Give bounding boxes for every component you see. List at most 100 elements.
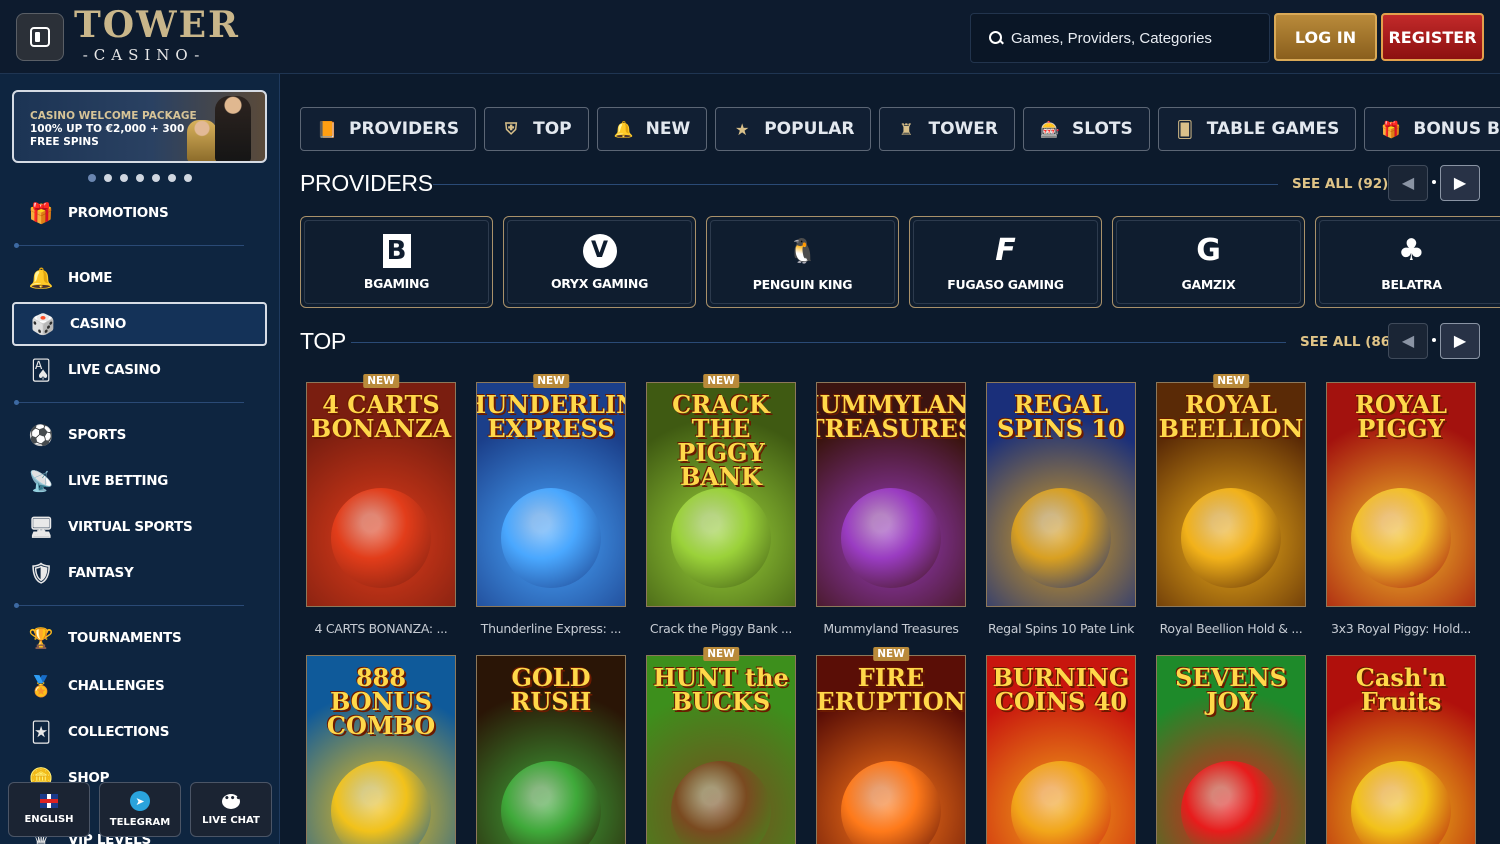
game-thumbnail[interactable]: BURNING COINS 40 — [986, 655, 1136, 844]
game-card[interactable]: MUMMYLAND TREASURES Mummyland Treasures — [816, 382, 966, 636]
game-thumbnail[interactable]: SEVENS JOY — [1156, 655, 1306, 844]
game-thumbnail[interactable]: ROYAL PIGGY — [1326, 382, 1476, 607]
pagination-dot[interactable] — [184, 174, 192, 182]
game-card[interactable]: ROYAL PIGGY 3x3 Royal Piggy: Hold... — [1326, 382, 1476, 636]
game-card[interactable]: NEW 4 CARTS BONANZA 4 CARTS BONANZA: ... — [306, 374, 456, 636]
game-thumbnail[interactable]: HUNT the BUCKS — [646, 655, 796, 844]
telegram-button[interactable]: ➤ TELEGRAM — [99, 782, 181, 837]
sidebar-item-tournaments[interactable]: 🏆 TOURNAMENTS — [12, 616, 267, 660]
tab-tower[interactable]: ♜ TOWER — [879, 107, 1015, 151]
pagination-dot[interactable] — [168, 174, 176, 182]
game-title[interactable]: 3x3 Royal Piggy: Hold... — [1326, 621, 1476, 636]
game-card[interactable]: GOLD RUSH — [476, 655, 626, 844]
providers-next-button[interactable]: ▶ — [1440, 165, 1480, 201]
game-art-image — [671, 761, 771, 844]
menu-toggle-button[interactable] — [16, 13, 64, 61]
provider-card-bgaming[interactable]: B BGAMING — [300, 216, 493, 308]
book-icon: 📙 — [317, 119, 337, 139]
provider-card-gamzix[interactable]: G GAMZIX — [1112, 216, 1305, 308]
login-button[interactable]: LOG IN — [1274, 13, 1377, 61]
game-thumbnail[interactable]: 4 CARTS BONANZA — [306, 382, 456, 607]
game-title[interactable]: Mummyland Treasures — [816, 621, 966, 636]
search-input[interactable]: Games, Providers, Categories — [970, 13, 1270, 63]
game-card[interactable]: NEW CRACK THE PIGGY BANK Crack the Piggy B… — [646, 374, 796, 636]
game-thumbnail[interactable]: FIRE ERUPTION — [816, 655, 966, 844]
game-thumbnail[interactable]: ROYAL BEELLION — [1156, 382, 1306, 607]
top-see-all-link[interactable]: SEE ALL (86) — [1300, 334, 1396, 350]
sidebar-item-promotions[interactable]: 🎁 PROMOTIONS — [12, 191, 267, 235]
top-prev-button[interactable]: ◀ — [1388, 323, 1428, 359]
new-badge: NEW — [873, 647, 909, 661]
game-thumbnail[interactable]: Cash'n Fruits — [1326, 655, 1476, 844]
sidebar-item-casino[interactable]: 🎲 CASINO — [12, 302, 267, 346]
tab-label: NEW — [645, 119, 691, 139]
game-title[interactable]: Thunderline Express: ... — [476, 621, 626, 636]
new-badge: NEW — [363, 374, 399, 388]
game-thumbnail[interactable]: THUNDERLINE EXPRESS — [476, 382, 626, 607]
tab-bonus-buy[interactable]: 🎁 BONUS BUY — [1364, 107, 1500, 151]
game-card[interactable]: NEW THUNDERLINE EXPRESS Thunderline Expres… — [476, 374, 626, 636]
tab-providers[interactable]: 📙 PROVIDERS — [300, 107, 477, 151]
provider-card-fugaso-gaming[interactable]: F FUGASO GAMING — [909, 216, 1102, 308]
tab-top[interactable]: ⛨ TOP — [484, 107, 589, 151]
tower-icon: ♜ — [899, 119, 914, 139]
game-thumbnail[interactable]: REGAL SPINS 10 — [986, 382, 1136, 607]
game-thumbnail[interactable]: 888 BONUS COMBO — [306, 655, 456, 844]
sidebar-item-fantasy[interactable]: 🛡 FANTASY — [12, 551, 267, 595]
sidebar-item-collections[interactable]: 🃏 COLLECTIONS — [12, 710, 267, 754]
sidebar-item-live-casino[interactable]: 🂡 LIVE CASINO — [12, 348, 267, 392]
pagination-dot[interactable] — [152, 174, 160, 182]
game-title[interactable]: Regal Spins 10 Pate Link — [986, 621, 1136, 636]
sidebar-item-sports[interactable]: ⚽ SPORTS — [12, 413, 267, 457]
welcome-promo-banner[interactable]: CASINO WELCOME PACKAGE 100% UP TO €2,000… — [12, 90, 267, 163]
game-art-image — [1011, 761, 1111, 844]
sidebar: CASINO WELCOME PACKAGE 100% UP TO €2,000… — [0, 74, 280, 844]
game-art-image — [1011, 488, 1111, 588]
provider-card-penguin-king[interactable]: 🐧 PENGUIN KING — [706, 216, 899, 308]
tab-new[interactable]: 🔔 NEW — [596, 107, 708, 151]
sidebar-item-label: LIVE BETTING — [68, 473, 169, 489]
game-thumbnail[interactable]: CRACK THE PIGGY BANK — [646, 382, 796, 607]
game-card[interactable]: SEVENS JOY — [1156, 655, 1306, 844]
promo-line-1: CASINO WELCOME PACKAGE — [30, 110, 197, 122]
provider-name: ORYX GAMING — [550, 275, 649, 291]
game-thumbnail[interactable]: MUMMYLAND TREASURES — [816, 382, 966, 607]
game-thumbnail[interactable]: GOLD RUSH — [476, 655, 626, 844]
language-button[interactable]: ENGLISH — [8, 782, 90, 837]
pagination-dot[interactable] — [136, 174, 144, 182]
providers-prev-button[interactable]: ◀ — [1388, 165, 1428, 201]
game-card[interactable]: REGAL SPINS 10 Regal Spins 10 Pate Link — [986, 382, 1136, 636]
game-title[interactable]: Royal Beellion Hold & ... — [1156, 621, 1306, 636]
game-art-image — [1181, 488, 1281, 588]
sidebar-item-live-betting[interactable]: 📡 LIVE BETTING — [12, 459, 267, 503]
game-card[interactable]: 888 BONUS COMBO — [306, 655, 456, 844]
promo-woman-image — [187, 120, 217, 161]
tab-slots[interactable]: 🎰 SLOTS — [1022, 107, 1150, 151]
game-title[interactable]: 4 CARTS BONANZA: ... — [306, 621, 456, 636]
top-next-button[interactable]: ▶ — [1440, 323, 1480, 359]
game-card[interactable]: NEW ROYAL BEELLION Royal Beellion Hold & .… — [1156, 374, 1306, 636]
game-card[interactable]: NEW HUNT the BUCKS — [646, 647, 796, 844]
sidebar-item-virtual-sports[interactable]: 🖥 VIRTUAL SPORTS — [12, 505, 267, 549]
sidebar-item-home[interactable]: 🔔 HOME — [12, 256, 267, 300]
game-title[interactable]: Crack the Piggy Bank ... — [646, 621, 796, 636]
live-chat-button[interactable]: LIVE CHAT — [190, 782, 272, 837]
game-card[interactable]: Cash'n Fruits — [1326, 655, 1476, 844]
pagination-dot[interactable] — [88, 174, 96, 182]
game-art-image — [501, 488, 601, 588]
site-logo[interactable]: TOWER -CASINO- — [74, 6, 238, 68]
provider-card-oryx-gaming[interactable]: V ORYX GAMING — [503, 216, 696, 308]
provider-card-belatra[interactable]: ♣ BELATRA — [1315, 216, 1500, 308]
register-button[interactable]: REGISTER — [1381, 13, 1484, 61]
pagination-dot[interactable] — [120, 174, 128, 182]
shield-ball-icon: 🛡 — [28, 561, 54, 585]
tab-table-games[interactable]: 🂠 TABLE GAMES — [1157, 107, 1357, 151]
sidebar-item-challenges[interactable]: 🏅 CHALLENGES — [12, 664, 267, 708]
tab-popular[interactable]: ★ POPULAR — [715, 107, 872, 151]
game-card[interactable]: NEW FIRE ERUPTION — [816, 647, 966, 844]
providers-see-all-link[interactable]: SEE ALL (92) — [1292, 176, 1388, 192]
pagination-dot[interactable] — [104, 174, 112, 182]
soccer-ball-icon: ⚽ — [28, 423, 54, 447]
provider-name: BGAMING — [363, 275, 430, 291]
game-card[interactable]: BURNING COINS 40 — [986, 655, 1136, 844]
